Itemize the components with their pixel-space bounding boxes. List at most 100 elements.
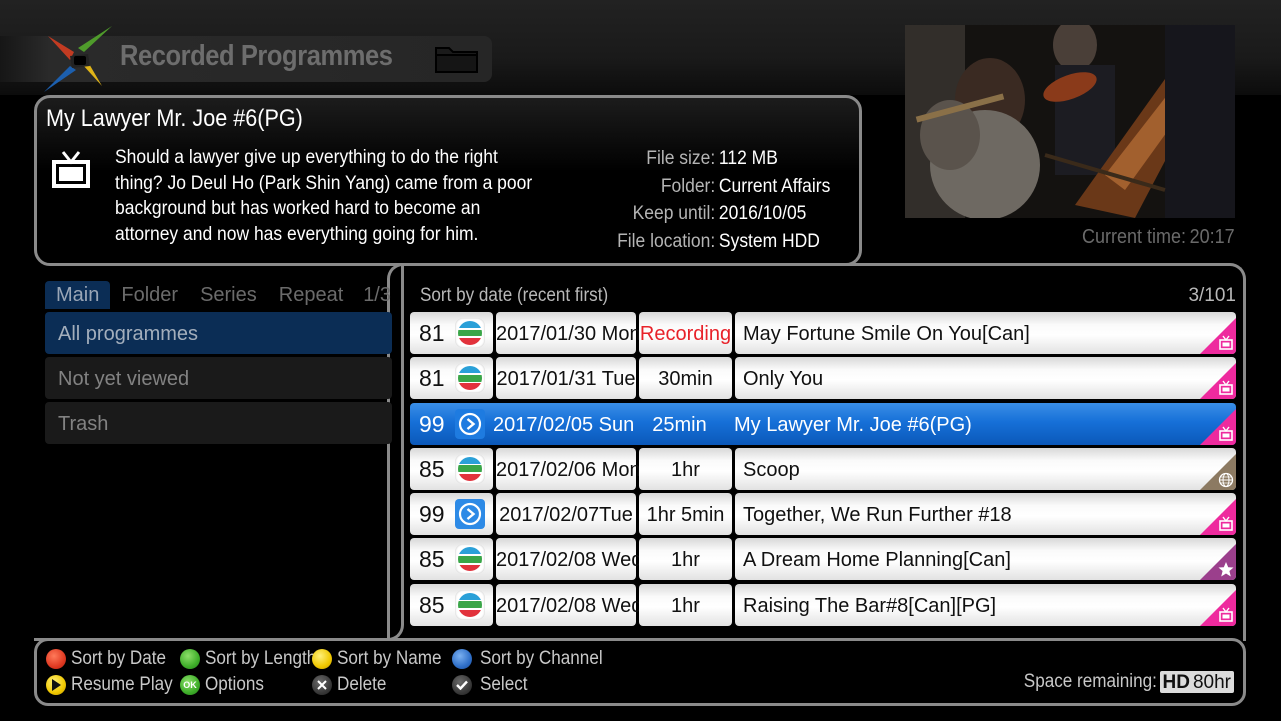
tv-icon: [1200, 318, 1236, 354]
legend-sort-length[interactable]: Sort by Length: [180, 648, 329, 670]
date-cell: 2017/02/08 Wed: [496, 538, 642, 581]
legend-sort-channel[interactable]: Sort by Channel: [452, 648, 616, 670]
recording-row[interactable]: 99 2017/02/05 Sun 25min My Lawyer Mr. Joe #…: [410, 402, 1236, 445]
meta-value: Current Affairs: [718, 175, 831, 197]
recording-title: May Fortune Smile On You[Can]: [743, 323, 1030, 345]
recording-title: My Lawyer Mr. Joe #6(PG): [734, 413, 972, 436]
meta-value: 2016/10/05: [718, 203, 807, 224]
recording-title: A Dream Home Planning[Can]: [743, 549, 1011, 572]
channel-cell: 81: [410, 357, 493, 400]
tvb-channel-logo-icon: [455, 363, 485, 394]
length-cell: 1hr: [639, 447, 732, 490]
tab-folder[interactable]: Folder: [110, 281, 189, 309]
yellow-button-icon: [312, 649, 332, 669]
current-time: Current time: 20:17: [1079, 226, 1235, 249]
recording-row[interactable]: 81 2017/01/31 Tue 30min Only You: [410, 357, 1236, 400]
play-channel-logo-icon: [455, 408, 485, 439]
legend-delete[interactable]: Delete: [312, 674, 392, 696]
channel-number: 81: [419, 320, 445, 346]
red-button-icon: [46, 649, 66, 669]
programme-meta: File size: 112 MB Folder: Current Affairs …: [557, 145, 857, 255]
channel-number: 81: [419, 365, 445, 392]
channel-cell: 85: [410, 583, 493, 626]
title-cell: May Fortune Smile On You[Can]: [735, 312, 1236, 354]
programme-title: My Lawyer Mr. Joe #6(PG): [46, 105, 303, 132]
legend-label: Sort by Channel: [480, 648, 603, 669]
play-button-icon: [46, 675, 66, 695]
meta-label: Keep until:: [632, 203, 716, 224]
meta-file-size: File size: 112 MB: [557, 145, 833, 173]
star-icon: [1200, 544, 1236, 581]
filter-all-programmes[interactable]: All programmes: [45, 312, 392, 354]
tab-page-indicator: 1/3: [363, 284, 391, 306]
recording-row[interactable]: 85 2017/02/08 Wed 1hr Raising The Bar#8[Can…: [410, 583, 1236, 626]
tab-repeat[interactable]: Repeat: [268, 281, 355, 309]
date-cell: 2017/01/31 Tue: [496, 357, 636, 400]
filter-trash[interactable]: Trash: [45, 402, 392, 444]
date-cell: 2017/01/30 Mon: [496, 312, 641, 354]
recording-row[interactable]: 85 2017/02/06 Mon 1hr Scoop: [410, 447, 1236, 490]
green-button-icon: [180, 649, 200, 669]
programme-details-panel: My Lawyer Mr. Joe #6(PG) Should a lawyer…: [34, 95, 862, 266]
channel-cell: 99: [410, 402, 493, 445]
programme-description: Should a lawyer give up everything to do…: [115, 147, 533, 245]
meta-keep-until: Keep until: 2016/10/05: [557, 200, 833, 228]
legend-label: Sort by Date: [71, 648, 167, 669]
recording-row[interactable]: 99 2017/02/07Tue 1hr 5min Together, We Run …: [410, 493, 1236, 536]
select-button-icon: [452, 675, 472, 695]
legend-select[interactable]: Select: [452, 674, 533, 696]
space-remaining-value: 80hr: [1192, 672, 1231, 693]
channel-cell: 81: [410, 312, 493, 354]
tab-main[interactable]: Main: [45, 281, 111, 309]
date-cell: 2017/02/08 Wed: [496, 583, 642, 626]
hd-badge: HD: [1162, 672, 1190, 693]
recording-title: Together, We Run Further #18: [743, 504, 1012, 527]
length-cell: 25min: [633, 402, 726, 445]
play-channel-logo-icon: [455, 499, 485, 530]
channel-number: 99: [419, 410, 445, 437]
recording-title: Scoop: [743, 458, 800, 481]
globe-icon: [1200, 453, 1236, 490]
length-cell: 1hr: [639, 538, 732, 581]
preview-thumbnail: [905, 25, 1235, 218]
legend-sort-name[interactable]: Sort by Name: [312, 648, 453, 670]
channel-number: 85: [419, 591, 445, 618]
legend-resume-play[interactable]: Resume Play: [46, 674, 184, 696]
tvb-channel-logo-icon: [455, 453, 485, 484]
legend-label: Sort by Length: [205, 648, 317, 669]
tvb-channel-logo-icon: [455, 318, 485, 348]
length-cell: 30min: [639, 357, 732, 400]
sort-label: Sort by date (recent first): [420, 285, 609, 306]
title-cell: Together, We Run Further #18: [735, 493, 1236, 536]
tv-icon: [1200, 499, 1236, 536]
view-tabs: Main Folder Series Repeat 1/3: [45, 281, 391, 309]
legend-label: Options: [205, 674, 264, 695]
blue-button-icon: [452, 649, 472, 669]
recording-title: Raising The Bar#8[Can][PG]: [743, 594, 997, 617]
space-remaining: Space remaining: HD 80hr: [1009, 671, 1234, 693]
recording-row[interactable]: 81 2017/01/30 Mon Recording May Fortune Smi…: [410, 312, 1236, 354]
current-time-value: 20:17: [1189, 226, 1235, 248]
channel-cell: 99: [410, 493, 493, 536]
page-title: Recorded Programmes: [120, 40, 393, 72]
filter-not-yet-viewed[interactable]: Not yet viewed: [45, 357, 392, 399]
title-cell: A Dream Home Planning[Can]: [735, 538, 1236, 581]
length-cell: 1hr 5min: [639, 493, 732, 536]
channel-number: 85: [419, 455, 445, 482]
date-cell: 2017/02/06 Mon: [496, 447, 641, 490]
tab-series[interactable]: Series: [189, 281, 268, 309]
filter-list: All programmes Not yet viewed Trash: [45, 312, 392, 447]
channel-number: 99: [419, 501, 445, 528]
folder-icon[interactable]: [433, 43, 481, 75]
legend-options[interactable]: OK Options: [180, 674, 270, 696]
length-cell: 1hr: [639, 583, 732, 626]
tv-icon: [52, 151, 90, 188]
meta-file-location: File location: System HDD: [557, 228, 833, 256]
title-cell: Only You: [735, 357, 1236, 400]
tvb-channel-logo-icon: [455, 544, 485, 575]
recording-row[interactable]: 85 2017/02/08 Wed 1hr A Dream Home Planning…: [410, 538, 1236, 581]
legend-label: Resume Play: [71, 674, 173, 695]
ok-button-icon: OK: [180, 675, 200, 695]
legend-sort-date[interactable]: Sort by Date: [46, 648, 177, 670]
tv-icon: [1200, 589, 1236, 626]
